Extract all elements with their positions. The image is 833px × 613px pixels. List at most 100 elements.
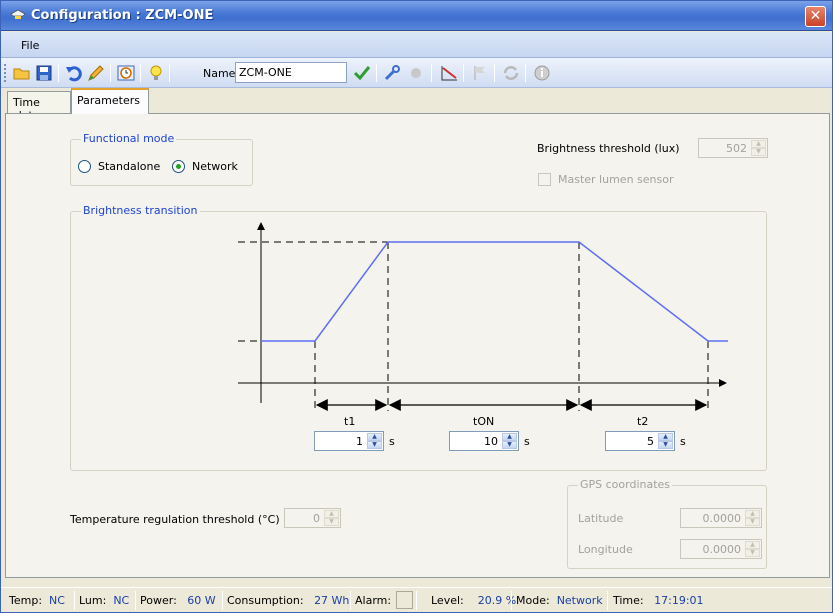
status-temp-value: NC [49, 594, 65, 607]
status-alarm-label: Alarm: [355, 594, 392, 607]
radio-standalone[interactable] [78, 160, 91, 173]
undo-icon[interactable] [64, 63, 84, 83]
configuration-window: Configuration : ZCM-ONE ✕ File Name ZCM-… [0, 0, 833, 613]
spinner-arrows[interactable]: ▲ ▼ [751, 140, 766, 156]
menu-file[interactable]: File [21, 39, 39, 52]
master-lumen-checkbox[interactable] [538, 173, 551, 186]
flag-icon[interactable] [470, 63, 490, 83]
curve-icon[interactable] [439, 63, 459, 83]
close-button[interactable]: ✕ [805, 6, 826, 27]
spinner-arrows[interactable]: ▲ ▼ [658, 433, 673, 449]
status-level-label: Level: [431, 594, 464, 607]
spinner-arrows[interactable]: ▲ ▼ [745, 541, 760, 557]
radio-network[interactable] [172, 160, 185, 173]
status-separator [607, 591, 608, 610]
t1-label: t1 [344, 415, 356, 428]
window-title: Configuration : ZCM-ONE [31, 8, 214, 23]
standalone-label[interactable]: Standalone [98, 160, 160, 173]
brightness-transition-diagram [238, 222, 728, 411]
toolbar-separator [58, 64, 59, 82]
edit-pencil-icon[interactable] [86, 63, 106, 83]
refresh-icon[interactable] [501, 63, 521, 83]
t2-spinner[interactable]: 5 ▲ ▼ [605, 431, 675, 451]
brightness-transition-title: Brightness transition [81, 204, 200, 217]
t2-unit: s [680, 435, 686, 448]
status-separator [74, 591, 75, 610]
t1-spinner[interactable]: 1 ▲ ▼ [314, 431, 384, 451]
gps-coordinates-title: GPS coordinates [578, 478, 673, 491]
bulb-icon[interactable] [146, 63, 166, 83]
status-separator [350, 591, 351, 610]
wrench-icon[interactable] [382, 63, 402, 83]
toolbar-separator [525, 64, 526, 82]
status-lum-value: NC [113, 594, 130, 607]
status-separator [511, 591, 512, 610]
master-lumen-label: Master lumen sensor [558, 173, 674, 186]
toolbar-separator [431, 64, 432, 82]
spinner-arrows[interactable]: ▲ ▼ [502, 433, 517, 449]
status-bar: Temp: NC Lum: NC Power: 60 W Consumption… [1, 587, 832, 612]
status-level: Level: 20.9 % [431, 594, 516, 607]
open-folder-icon[interactable] [12, 63, 32, 83]
status-separator [222, 591, 223, 610]
menu-bar: File [1, 32, 832, 58]
t1-unit: s [389, 435, 395, 448]
latitude-spinner[interactable]: 0.0000 ▲ ▼ [680, 508, 762, 528]
status-time: Time: 17:19:01 [613, 594, 704, 607]
temperature-threshold-label: Temperature regulation threshold (°C) [70, 513, 280, 526]
status-power-value: 60 W [187, 594, 216, 607]
toolbar: Name ZCM-ONE [1, 58, 832, 88]
longitude-value: 0.0000 [702, 543, 742, 556]
longitude-label: Longitude [578, 543, 633, 556]
spinner-arrows[interactable]: ▲ ▼ [367, 433, 382, 449]
status-mode-value: Network [556, 594, 603, 607]
title-bar[interactable]: Configuration : ZCM-ONE ✕ [1, 1, 832, 31]
checkmark-icon[interactable] [352, 63, 372, 83]
spinner-arrows[interactable]: ▲ ▼ [745, 510, 760, 526]
tab-time-slots[interactable]: Time slots [7, 91, 71, 122]
status-consumption-value: 27 Wh [314, 594, 350, 607]
ton-unit: s [524, 435, 530, 448]
longitude-spinner[interactable]: 0.0000 ▲ ▼ [680, 539, 762, 559]
spinner-arrows[interactable]: ▲ ▼ [324, 510, 339, 526]
brightness-curve [261, 241, 728, 342]
toolbar-separator [110, 64, 111, 82]
latitude-value: 0.0000 [702, 512, 742, 525]
status-consumption: Consumption: 27 Wh [227, 594, 349, 607]
tab-parameters[interactable]: Parameters [71, 88, 149, 114]
brightness-threshold-value: 502 [726, 142, 747, 155]
temperature-threshold-spinner[interactable]: 0 ▲ ▼ [284, 508, 341, 528]
toolbar-separator [463, 64, 464, 82]
toolbar-separator [169, 64, 170, 82]
status-temp: Temp: NC [9, 594, 65, 607]
brightness-threshold-label: Brightness threshold (lux) [537, 142, 680, 155]
app-lamp-icon [10, 9, 26, 19]
status-separator [416, 591, 417, 610]
name-label: Name [203, 67, 236, 80]
status-time-label: Time: [613, 594, 644, 607]
network-label[interactable]: Network [192, 160, 238, 173]
status-separator [135, 591, 136, 610]
t2-label: t2 [637, 415, 649, 428]
status-power-label: Power: [140, 594, 177, 607]
info-icon[interactable] [532, 63, 552, 83]
status-consumption-label: Consumption: [227, 594, 304, 607]
ton-spinner[interactable]: 10 ▲ ▼ [449, 431, 519, 451]
ton-label: tON [473, 415, 495, 428]
alarm-indicator [396, 591, 413, 609]
toolbar-grip[interactable] [4, 64, 7, 82]
t1-value: 1 [356, 435, 363, 448]
status-mode-label: Mode: [516, 594, 550, 607]
clock-icon[interactable] [116, 63, 136, 83]
name-input[interactable]: ZCM-ONE [235, 62, 347, 83]
status-power: Power: 60 W [140, 594, 216, 607]
save-icon[interactable] [34, 63, 54, 83]
t2-value: 5 [647, 435, 654, 448]
toolbar-separator [494, 64, 495, 82]
status-mode: Mode: Network [516, 594, 603, 607]
status-lum: Lum: NC [79, 594, 129, 607]
latitude-label: Latitude [578, 512, 624, 525]
brightness-threshold-spinner[interactable]: 502 ▲ ▼ [698, 138, 768, 158]
circle-icon[interactable] [406, 63, 426, 83]
toolbar-separator [376, 64, 377, 82]
